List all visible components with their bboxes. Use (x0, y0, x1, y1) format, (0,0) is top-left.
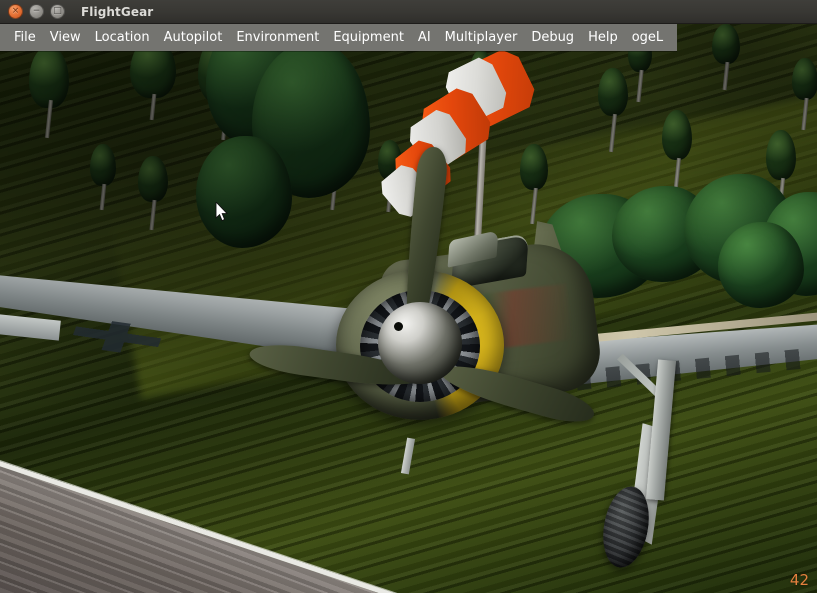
flightgear-window: × − □ FlightGear File View Location Auto… (0, 0, 817, 593)
menubar: File View Location Autopilot Environment… (0, 24, 678, 51)
close-window-icon[interactable]: × (8, 4, 23, 19)
menu-item-debug[interactable]: Debug (524, 27, 581, 48)
menu-item-location[interactable]: Location (88, 27, 157, 48)
menu-item-environment[interactable]: Environment (229, 27, 326, 48)
menu-item-view[interactable]: View (43, 27, 88, 48)
menu-item-ai[interactable]: AI (411, 27, 438, 48)
maximize-window-icon[interactable]: □ (50, 4, 65, 19)
left-wing-tip (0, 313, 61, 341)
menu-item-ogel[interactable]: ogeL (625, 27, 670, 48)
menu-item-help[interactable]: Help (581, 27, 625, 48)
menu-item-multiplayer[interactable]: Multiplayer (438, 27, 525, 48)
minimize-window-icon[interactable]: − (29, 4, 44, 19)
menu-item-file[interactable]: File (7, 27, 43, 48)
menu-item-autopilot[interactable]: Autopilot (157, 27, 230, 48)
simulator-viewport[interactable]: 42 (0, 24, 817, 593)
player-aircraft (0, 24, 817, 593)
left-wing (0, 260, 389, 364)
window-titlebar[interactable]: × − □ FlightGear (0, 0, 817, 24)
menu-item-equipment[interactable]: Equipment (326, 27, 411, 48)
window-title: FlightGear (81, 4, 154, 19)
propeller-hub-bolt (394, 322, 403, 331)
pitot-tube (400, 437, 416, 475)
framerate-counter: 42 (789, 571, 809, 589)
propeller-spinner (378, 302, 462, 384)
